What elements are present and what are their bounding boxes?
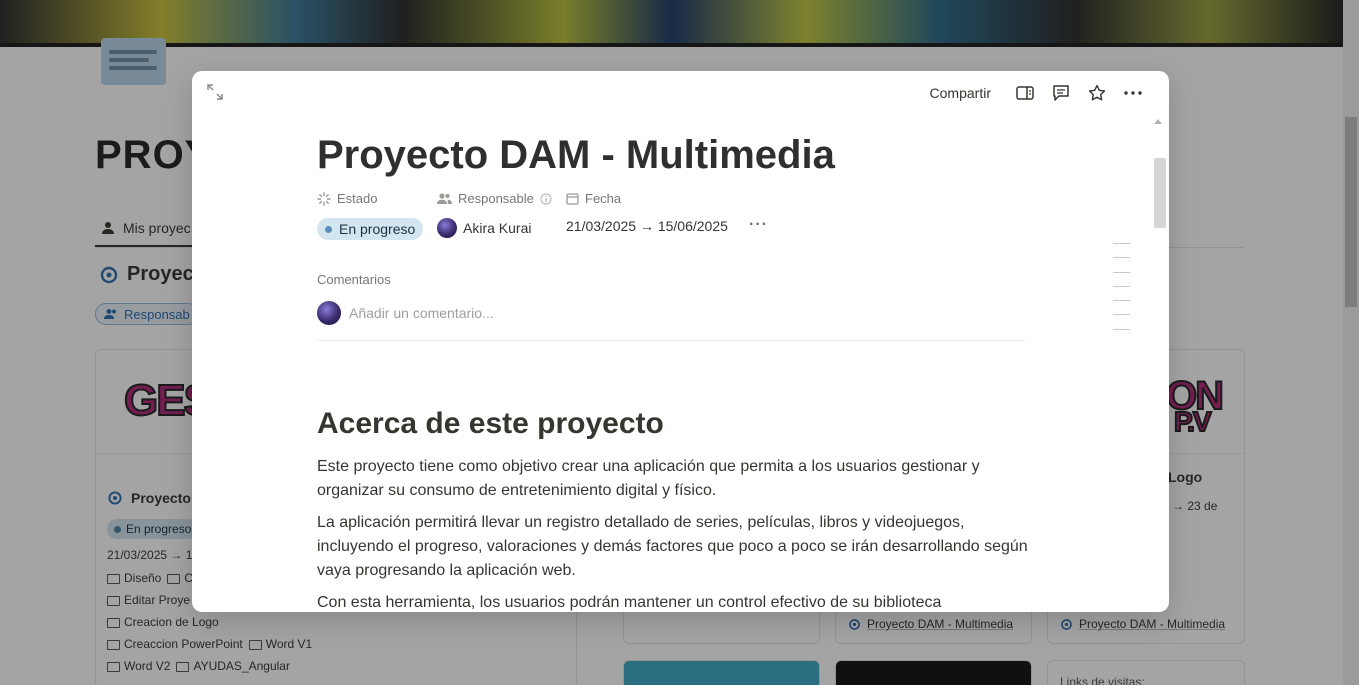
section-heading[interactable]: Acerca de este proyecto bbox=[317, 407, 664, 441]
avatar bbox=[317, 301, 341, 325]
star-icon[interactable] bbox=[1079, 81, 1115, 105]
modal-toolbar: Compartir bbox=[922, 81, 1151, 105]
prop-estado-value[interactable]: En progreso bbox=[317, 218, 424, 240]
expand-icon[interactable] bbox=[206, 83, 226, 103]
more-icon[interactable] bbox=[1115, 81, 1151, 105]
comment-row: Añadir un comentario... bbox=[317, 301, 1025, 341]
comments-label: Comentarios bbox=[317, 272, 391, 287]
prop-estado-label[interactable]: Estado bbox=[317, 191, 377, 206]
modal-scrollbar-thumb[interactable] bbox=[1154, 158, 1166, 228]
page-peek-modal: Compartir Proyecto DAM - Multimedia Esta… bbox=[192, 71, 1169, 612]
paragraph[interactable]: La aplicación permitirá llevar un regist… bbox=[317, 511, 1037, 583]
avatar bbox=[437, 218, 457, 238]
prop-fecha-value[interactable]: 21/03/2025 → 15/06/2025 bbox=[566, 218, 728, 234]
share-button[interactable]: Compartir bbox=[922, 81, 999, 105]
page-title[interactable]: Proyecto DAM - Multimedia bbox=[317, 133, 835, 178]
side-peek-icon[interactable] bbox=[1007, 81, 1043, 105]
paragraph[interactable]: Con esta herramienta, los usuarios podrá… bbox=[317, 591, 1037, 612]
modal-scrollbar[interactable] bbox=[1147, 115, 1169, 612]
prop-responsable-label[interactable]: Responsable bbox=[437, 191, 552, 206]
more-properties-icon[interactable]: ··· bbox=[749, 216, 768, 234]
table-of-contents-indicator[interactable] bbox=[1113, 243, 1130, 343]
calendar-icon bbox=[566, 193, 579, 205]
scroll-up-arrow-icon[interactable] bbox=[1154, 119, 1162, 124]
status-spinner-icon bbox=[317, 191, 331, 206]
people-icon bbox=[437, 193, 452, 204]
comment-icon[interactable] bbox=[1043, 81, 1079, 105]
prop-fecha-label[interactable]: Fecha bbox=[566, 191, 621, 206]
paragraph[interactable]: Este proyecto tiene como objetivo crear … bbox=[317, 455, 1037, 503]
prop-responsable-value[interactable]: Akira Kurai bbox=[437, 218, 531, 238]
status-badge: En progreso bbox=[317, 218, 424, 240]
comment-input[interactable]: Añadir un comentario... bbox=[349, 305, 494, 321]
info-icon[interactable] bbox=[540, 193, 552, 205]
